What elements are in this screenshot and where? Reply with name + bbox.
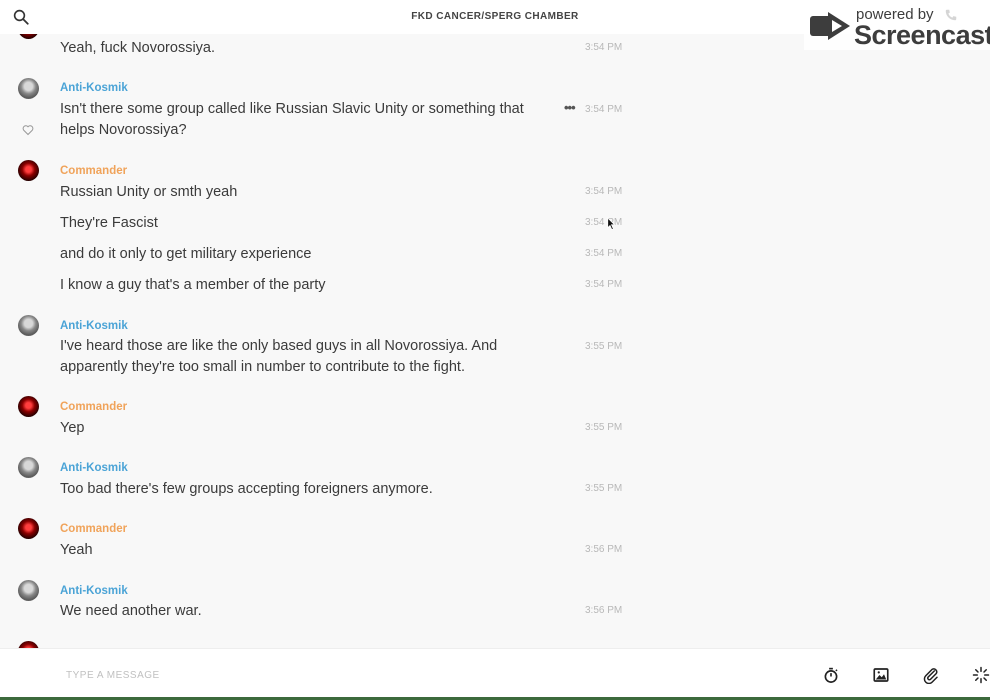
message-text: They're Fascist [60,215,158,231]
message-author[interactable]: Commander [60,165,127,177]
message-author[interactable]: Anti-Kosmik [60,82,128,94]
heart-icon[interactable] [22,124,34,136]
message-text: Yep [60,420,85,436]
message-composer [0,648,990,700]
message-text: I know a guy that's a member of the part… [60,277,326,293]
message-timestamp: 3:54 PM [585,248,623,259]
avatar[interactable] [18,518,39,539]
avatar[interactable] [18,160,39,181]
message-author[interactable]: Anti-Kosmik [60,320,128,332]
message-timestamp: 3:54 PM [585,104,623,115]
message-author[interactable]: Commander [60,401,127,413]
message-text: Yeah [60,542,93,558]
message-author[interactable]: Anti-Kosmik [60,462,128,474]
message-timestamp: 3:55 PM [585,483,623,494]
watermark-brand: Screencastify [854,20,990,50]
screencastify-watermark: powered by Screencastify [804,2,990,50]
message-timestamp: 3:55 PM [585,422,623,433]
avatar[interactable] [18,457,39,478]
message-timestamp: 3:56 PM [585,605,623,616]
message-author[interactable]: Commander [60,523,127,535]
message-timestamp: 3:54 PM [585,279,623,290]
avatar[interactable] [18,78,39,99]
avatar[interactable] [18,580,39,601]
message-author[interactable]: Anti-Kosmik [60,585,128,597]
avatar[interactable] [18,315,39,336]
message-text: Russian Unity or smth yeah [60,184,238,200]
paperclip-icon[interactable] [922,666,940,684]
message-timestamp: 3:54 PM [585,186,623,197]
sparkle-icon[interactable] [972,666,990,684]
message-text: and do it only to get military experienc… [60,246,312,262]
message-timestamp: 3:56 PM [585,544,623,555]
message-more-button[interactable]: ••• [564,100,576,115]
message-text: I've heard those are like the only based… [60,338,498,375]
image-icon[interactable] [872,666,890,684]
message-timestamp: 3:54 PM [585,217,623,228]
message-timestamp: 3:55 PM [585,341,623,352]
message-list[interactable]: Yeah, fuck Novorossiya. 3:54 PM Anti-Kos… [0,0,990,648]
message-input[interactable] [66,666,666,684]
message-text: We need another war. [60,603,202,619]
message-timestamp: 3:54 PM [585,42,623,53]
screencastify-logo-icon [810,12,850,40]
mouse-cursor-icon [607,217,616,231]
message-text: Yeah, fuck Novorossiya. [60,40,216,56]
chat-window: Yeah, fuck Novorossiya. 3:54 PM Anti-Kos… [0,0,990,700]
message-text: Isn't there some group called like Russi… [60,101,524,138]
phone-icon[interactable] [944,8,958,22]
avatar[interactable] [18,396,39,417]
avatar[interactable] [18,641,39,648]
message-text: Too bad there's few groups accepting for… [60,481,433,497]
timer-icon[interactable] [822,666,840,684]
